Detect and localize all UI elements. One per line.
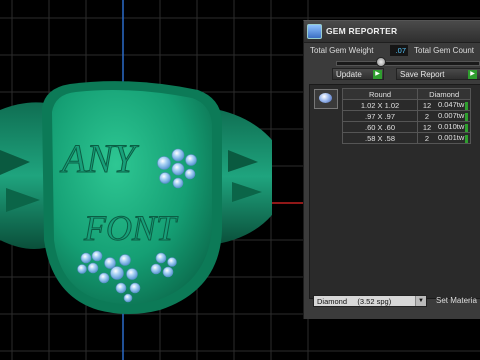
row-marker	[465, 101, 469, 110]
chevron-down-icon[interactable]: ▼	[415, 296, 426, 306]
total-gem-weight-label: Total Gem Weight	[310, 46, 374, 55]
weight-slider-track[interactable]	[336, 61, 480, 66]
gem-weight: 0.007tw	[438, 111, 465, 121]
row-marker	[465, 112, 469, 121]
set-material-button[interactable]: Set Materia	[436, 296, 477, 305]
table-row[interactable]: .58 X .58 2 0.001tw	[342, 132, 472, 144]
save-report-button-label: Save Report	[400, 70, 445, 79]
update-play-icon: ▶	[373, 70, 382, 79]
gem-report-list[interactable]: Round Diamond 1.02 X 1.02 12 0.047tw .97…	[309, 84, 480, 299]
panel-titlebar[interactable]: GEM REPORTER	[304, 21, 480, 43]
totals-row: Total Gem Weight .07 Total Gem Count	[304, 45, 480, 57]
row-marker	[465, 134, 469, 143]
ring-model[interactable]: ANY FONT	[0, 81, 272, 314]
engraving-line1: ANY	[59, 136, 139, 181]
gem-size: .60 X .60	[342, 121, 418, 133]
gem-count: 12	[417, 121, 436, 133]
total-gem-count-label: Total Gem Count	[414, 46, 475, 55]
round-gem-thumbnail-icon[interactable]	[314, 89, 338, 109]
gem-count: 2	[417, 110, 436, 122]
table-row[interactable]: .60 X .60 12 0.010tw	[342, 121, 472, 133]
gem-weight: 0.001tw	[438, 133, 465, 143]
gem-size: .58 X .58	[342, 132, 418, 144]
column-header-shape: Round	[342, 88, 418, 100]
table-header-row: Round Diamond	[342, 88, 472, 100]
gem-reporter-panel: GEM REPORTER Total Gem Weight .07 Total …	[303, 20, 480, 319]
weight-slider-thumb[interactable]	[376, 57, 386, 67]
panel-title: GEM REPORTER	[326, 26, 398, 36]
gem-size: 1.02 X 1.02	[342, 99, 418, 111]
save-report-play-icon: ▶	[468, 70, 477, 79]
material-bar: Diamond (3.52 spg) ▼ Set Materia	[304, 293, 480, 319]
gem-size: .97 X .97	[342, 110, 418, 122]
engraving-line2: FONT	[83, 208, 179, 248]
update-button[interactable]: Update ▶	[332, 68, 384, 80]
gem-reporter-icon	[307, 24, 322, 39]
column-header-material: Diamond	[416, 88, 472, 100]
gem-count: 12	[417, 99, 436, 111]
row-marker	[465, 123, 469, 132]
material-select-value: Diamond (3.52 spg)	[317, 297, 392, 306]
total-gem-weight-value[interactable]: .07	[390, 45, 408, 56]
gem-weight: 0.047tw	[438, 100, 465, 110]
table-row[interactable]: 1.02 X 1.02 12 0.047tw	[342, 99, 472, 111]
table-row[interactable]: .97 X .97 2 0.007tw	[342, 110, 472, 122]
gem-report-table: Round Diamond 1.02 X 1.02 12 0.047tw .97…	[342, 88, 472, 144]
save-report-button[interactable]: Save Report ▶	[396, 68, 480, 80]
gem-weight: 0.010tw	[438, 122, 465, 132]
gem-count: 2	[417, 132, 436, 144]
update-button-label: Update	[336, 70, 362, 79]
material-select[interactable]: Diamond (3.52 spg) ▼	[313, 295, 427, 307]
